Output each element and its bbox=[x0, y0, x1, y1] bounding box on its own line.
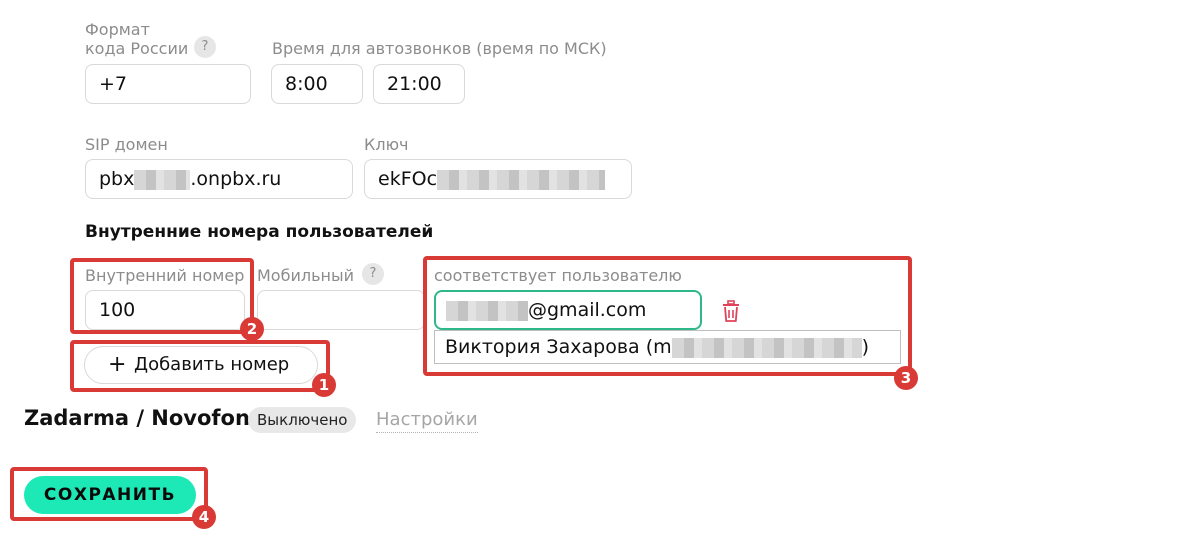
redacted-blur bbox=[437, 169, 606, 190]
annotation-box-3 bbox=[423, 256, 912, 376]
status-badge: Выключено bbox=[248, 407, 357, 433]
country-code-label-line2: кода России bbox=[85, 39, 189, 58]
annotation-badge-1: 1 bbox=[312, 373, 336, 397]
autocall-to-input[interactable]: 21:00 bbox=[373, 64, 465, 104]
sip-domain-label: SIP домен bbox=[85, 135, 168, 154]
autocall-from-input[interactable]: 8:00 bbox=[271, 64, 363, 104]
zadarma-settings-link[interactable]: Настройки bbox=[376, 408, 478, 433]
key-label: Ключ bbox=[364, 135, 409, 154]
key-input[interactable]: ekFOc bbox=[364, 159, 632, 199]
country-code-label-line1: Формат bbox=[85, 20, 150, 39]
autocall-time-label: Время для автозвонков (время по МСК) bbox=[272, 39, 607, 58]
help-icon[interactable]: ? bbox=[362, 263, 384, 285]
mobile-label: Мобильный bbox=[257, 266, 355, 285]
key-prefix: ekFOc bbox=[378, 168, 438, 190]
sip-domain-suffix: .onpbx.ru bbox=[190, 168, 282, 190]
redacted-blur bbox=[134, 169, 191, 190]
internal-numbers-title: Внутренние номера пользователей bbox=[85, 222, 434, 242]
annotation-box-1 bbox=[70, 340, 330, 392]
annotation-badge-4: 4 bbox=[192, 505, 216, 529]
sip-domain-input[interactable]: pbx .onpbx.ru bbox=[85, 159, 353, 199]
help-icon[interactable]: ? bbox=[194, 36, 216, 58]
mobile-input[interactable] bbox=[257, 290, 425, 330]
annotation-box-2 bbox=[70, 258, 254, 334]
sip-domain-prefix: pbx bbox=[99, 168, 135, 190]
annotation-box-4 bbox=[10, 467, 208, 521]
annotation-badge-3: 3 bbox=[894, 366, 918, 390]
country-code-input[interactable]: +7 bbox=[85, 64, 251, 104]
annotation-badge-2: 2 bbox=[240, 317, 264, 341]
zadarma-title: Zadarma / Novofon bbox=[24, 406, 250, 430]
